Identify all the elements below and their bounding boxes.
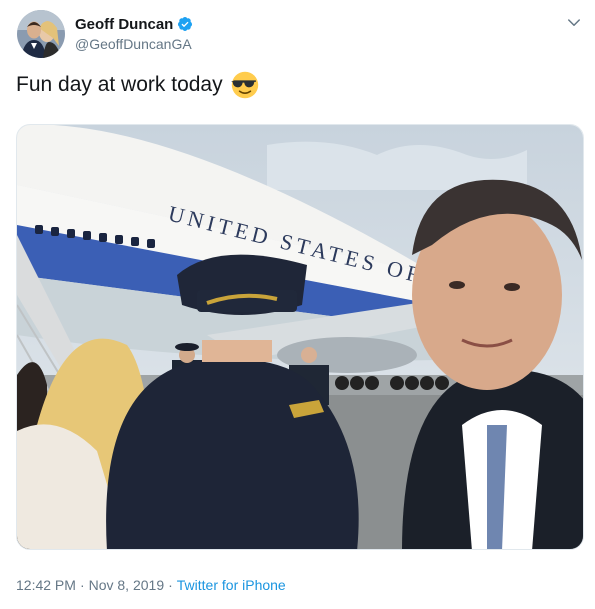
tweet-time[interactable]: 12:42 PM (16, 577, 76, 593)
meta-separator: · (79, 577, 85, 593)
author-handle[interactable]: @GeoffDuncanGA (75, 36, 192, 52)
verified-badge-icon (177, 16, 193, 32)
author-name-row: Geoff Duncan (75, 14, 193, 34)
author-display-name[interactable]: Geoff Duncan (75, 16, 173, 33)
tweet-source-link[interactable]: Twitter for iPhone (177, 577, 286, 593)
tweet-text: Fun day at work today (16, 73, 223, 96)
tweet-photo[interactable]: UNITED STATES OF (16, 124, 584, 550)
tweet-meta: 12:42 PM · Nov 8, 2019 · Twitter for iPh… (16, 577, 286, 593)
avatar-image (17, 10, 65, 58)
tweet-date[interactable]: Nov 8, 2019 (89, 577, 165, 593)
author-avatar[interactable] (17, 10, 65, 58)
sunglasses-emoji-icon (230, 71, 259, 99)
selfie-photo-image: UNITED STATES OF (17, 125, 583, 549)
meta-separator: · (168, 577, 173, 593)
tweet-body: Fun day at work today (16, 70, 259, 100)
tweet-card: Geoff Duncan @GeoffDuncanGA Fun day at w… (0, 0, 595, 609)
chevron-down-icon[interactable] (565, 14, 583, 32)
